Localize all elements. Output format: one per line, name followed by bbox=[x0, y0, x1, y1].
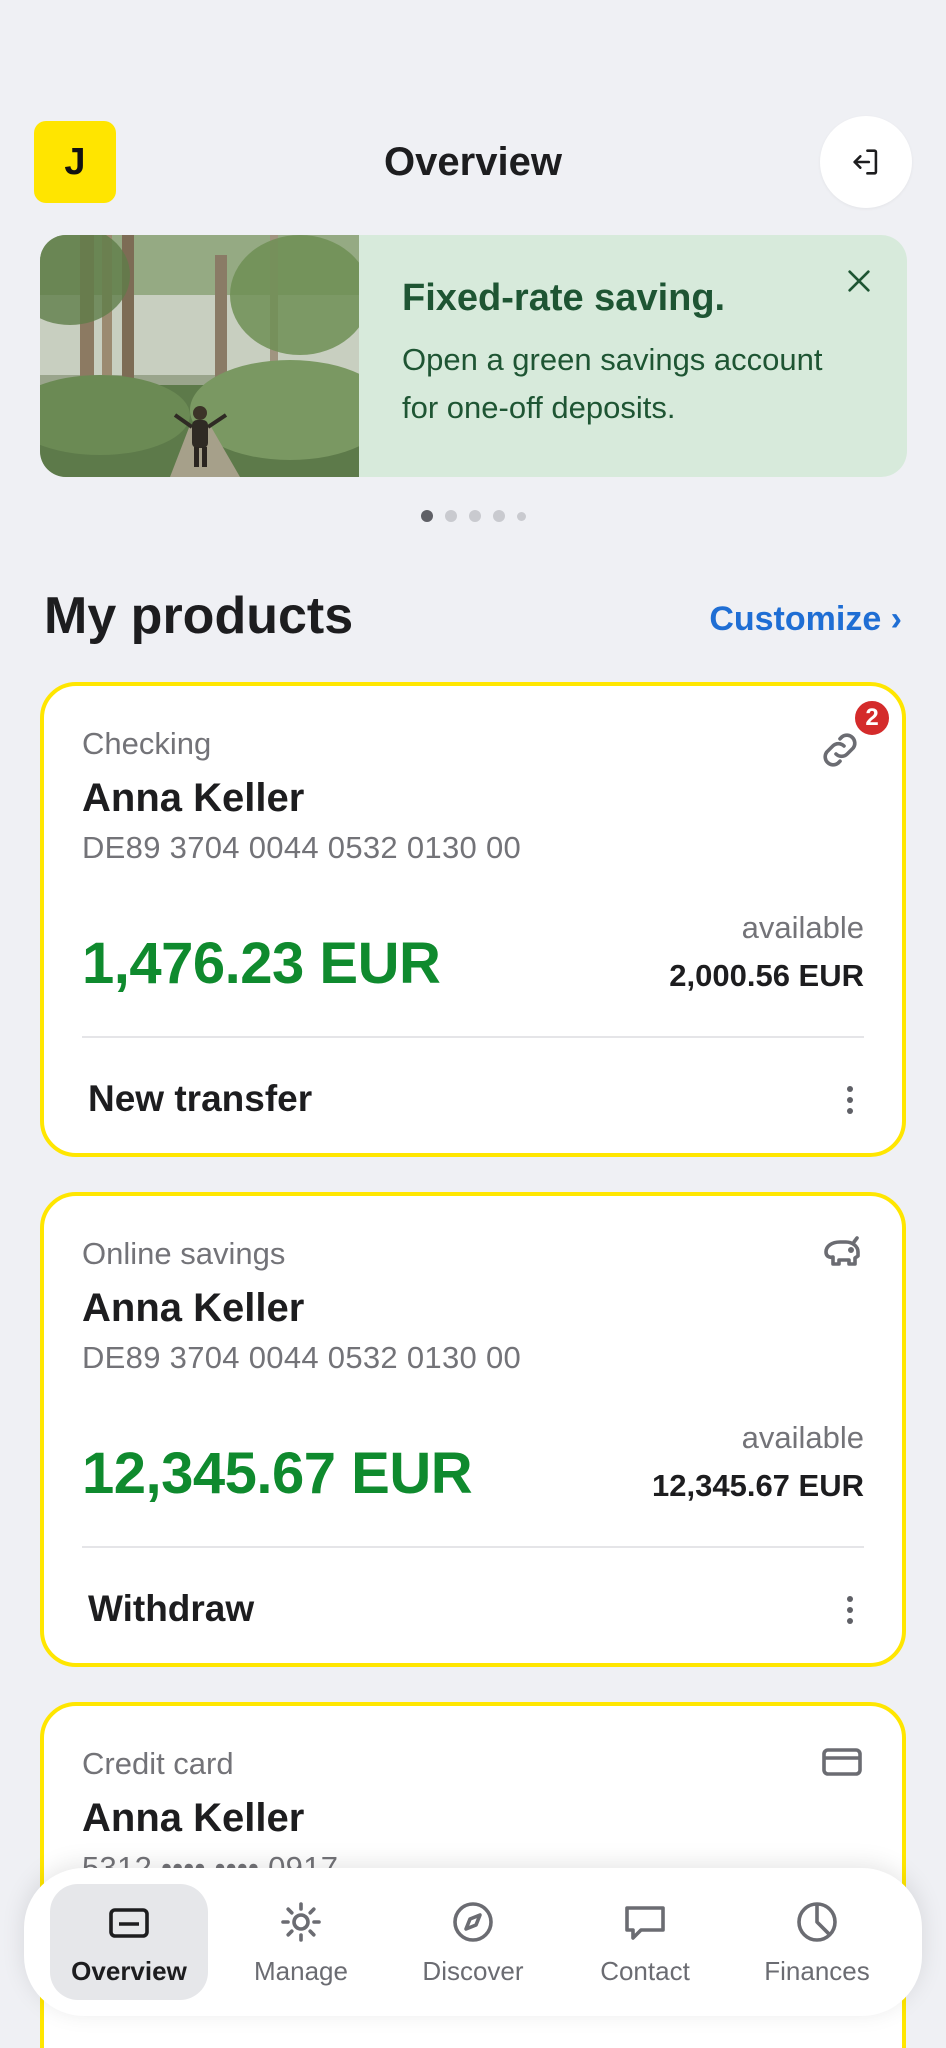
card-type: Checking bbox=[82, 726, 212, 761]
pagination-dot[interactable] bbox=[516, 511, 526, 521]
card-balance: 12,345.67 EUR bbox=[82, 1441, 473, 1506]
logout-button[interactable] bbox=[820, 116, 912, 208]
promo-banner[interactable]: Fixed-rate saving. Open a green savings … bbox=[40, 235, 907, 477]
card-owner: Anna Keller bbox=[82, 1286, 305, 1330]
divider bbox=[82, 1546, 864, 1548]
notification-badge: 2 bbox=[852, 698, 892, 738]
pagination-dot[interactable] bbox=[492, 510, 505, 522]
card-iban: DE89 3704 0044 0532 0130 00 bbox=[82, 1340, 522, 1375]
available-value: 12,345.67 EUR bbox=[652, 1468, 864, 1503]
new-transfer-button[interactable]: New transfer bbox=[88, 1078, 312, 1120]
banner-body: Open a green savings account for one-off… bbox=[402, 342, 823, 425]
nav-discover[interactable]: Discover bbox=[394, 1884, 552, 2000]
card-type: Credit card bbox=[82, 1746, 234, 1781]
more-vertical-icon bbox=[847, 1086, 853, 1114]
more-vertical-icon bbox=[847, 1596, 853, 1624]
nav-overview[interactable]: Overview bbox=[50, 1884, 208, 2000]
link-icon[interactable] bbox=[816, 726, 864, 774]
gear-icon bbox=[281, 1901, 321, 1942]
card-owner: Anna Keller bbox=[82, 1796, 305, 1840]
pagination-dot[interactable] bbox=[468, 510, 481, 522]
nav-label: Finances bbox=[764, 1955, 870, 1986]
nav-label: Overview bbox=[71, 1955, 187, 1986]
available-value: 2,000.56 EUR bbox=[669, 958, 864, 993]
pagination-dot[interactable] bbox=[444, 510, 457, 522]
available-label: available bbox=[741, 910, 864, 945]
withdraw-button[interactable]: Withdraw bbox=[88, 1588, 254, 1630]
nav-manage[interactable]: Manage bbox=[222, 1884, 380, 2000]
more-options-button[interactable] bbox=[838, 1588, 862, 1632]
nav-label: Manage bbox=[254, 1955, 348, 1986]
customize-link[interactable]: Customize › bbox=[709, 600, 902, 639]
close-icon bbox=[848, 270, 870, 292]
logout-icon bbox=[853, 149, 878, 175]
card-owner: Anna Keller bbox=[82, 776, 305, 820]
nav-finances[interactable]: Finances bbox=[738, 1884, 896, 2000]
page-title: Overview bbox=[384, 140, 562, 184]
banner-title: Fixed-rate saving. bbox=[402, 277, 726, 319]
section-title: My products bbox=[44, 587, 354, 645]
nav-label: Discover bbox=[422, 1955, 524, 1986]
bottom-navigation: Overview Manage Discover Contact Finance… bbox=[24, 1868, 922, 2016]
more-options-button[interactable] bbox=[838, 1078, 862, 1122]
compass-icon bbox=[453, 1901, 493, 1942]
banner-pagination[interactable] bbox=[0, 510, 946, 522]
credit-card-icon bbox=[822, 1748, 862, 1776]
piggy-bank-icon bbox=[824, 1236, 860, 1266]
product-card-checking[interactable]: Checking Anna Keller DE89 3704 0044 0532… bbox=[40, 682, 906, 1157]
divider bbox=[82, 1036, 864, 1038]
available-label: available bbox=[741, 1420, 864, 1455]
banner-close-button[interactable] bbox=[837, 259, 881, 303]
pagination-dot[interactable] bbox=[420, 510, 433, 522]
pie-chart-icon bbox=[797, 1901, 837, 1942]
chat-icon bbox=[625, 1905, 665, 1940]
product-card-savings[interactable]: Online savings Anna Keller DE89 3704 004… bbox=[40, 1192, 906, 1667]
card-type: Online savings bbox=[82, 1236, 286, 1271]
card-iban: DE89 3704 0044 0532 0130 00 bbox=[82, 830, 522, 865]
banner-image bbox=[40, 235, 359, 477]
nav-label: Contact bbox=[600, 1955, 690, 1986]
nav-contact[interactable]: Contact bbox=[566, 1884, 724, 2000]
card-balance: 1,476.23 EUR bbox=[82, 931, 441, 996]
wallet-icon bbox=[109, 1907, 149, 1938]
